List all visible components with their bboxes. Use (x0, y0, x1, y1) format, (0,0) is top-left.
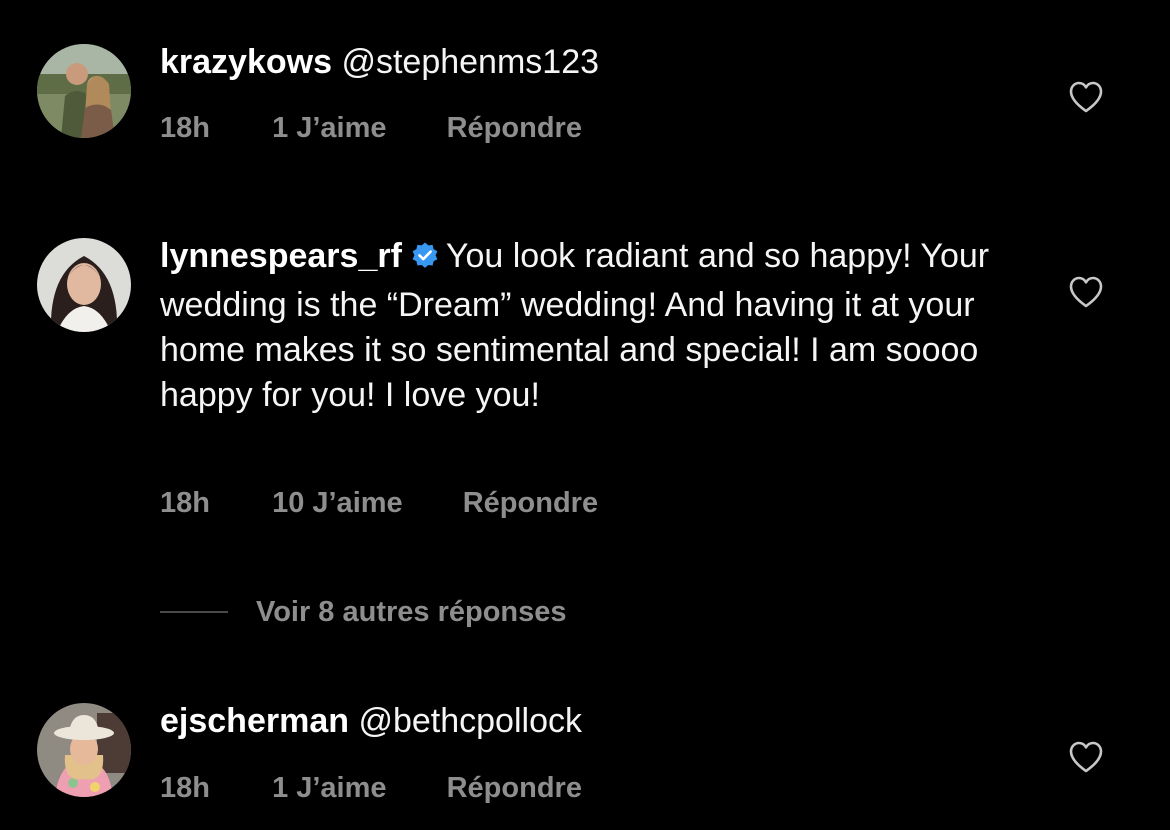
avatar-lynnespears_rf[interactable] (37, 238, 131, 332)
reply-button[interactable]: Répondre (447, 772, 582, 805)
timestamp: 18h (160, 112, 210, 144)
heart-outline-icon[interactable] (1068, 275, 1104, 309)
heart-outline-icon[interactable] (1068, 80, 1104, 114)
view-replies-label: Voir 8 autres réponses (256, 595, 567, 628)
likes-count[interactable]: 1 J’aime (272, 112, 386, 145)
heart-outline-icon[interactable] (1068, 740, 1104, 774)
comment-text[interactable]: @bethcpollock (358, 702, 582, 740)
likes-count[interactable]: 1 J’aime (272, 772, 386, 805)
comment-body: krazykows @stephenms123 (160, 40, 1020, 85)
likes-count[interactable]: 10 J’aime (272, 487, 403, 520)
timestamp: 18h (160, 772, 210, 804)
replies-divider (160, 611, 228, 613)
comment-meta: 18h 1 J’aime Répondre (160, 112, 582, 145)
avatar-krazykows[interactable] (37, 44, 131, 138)
username[interactable]: lynnespears_rf (160, 237, 402, 275)
comment-text[interactable]: @stephenms123 (341, 43, 599, 81)
avatar-ejscherman[interactable] (37, 703, 131, 797)
username[interactable]: ejscherman (160, 702, 349, 740)
reply-button[interactable]: Répondre (447, 112, 582, 145)
view-replies-button[interactable]: Voir 8 autres réponses (160, 592, 567, 632)
verified-badge-icon (410, 238, 440, 283)
comment-body: ejscherman @bethcpollock (160, 699, 1020, 744)
reply-button[interactable]: Répondre (463, 487, 598, 520)
comment-body: lynnespears_rf You look radiant and so h… (160, 234, 1020, 418)
comment-meta: 18h 10 J’aime Répondre (160, 487, 598, 520)
comment-meta: 18h 1 J’aime Répondre (160, 772, 582, 805)
username[interactable]: krazykows (160, 43, 332, 81)
timestamp: 18h (160, 487, 210, 519)
